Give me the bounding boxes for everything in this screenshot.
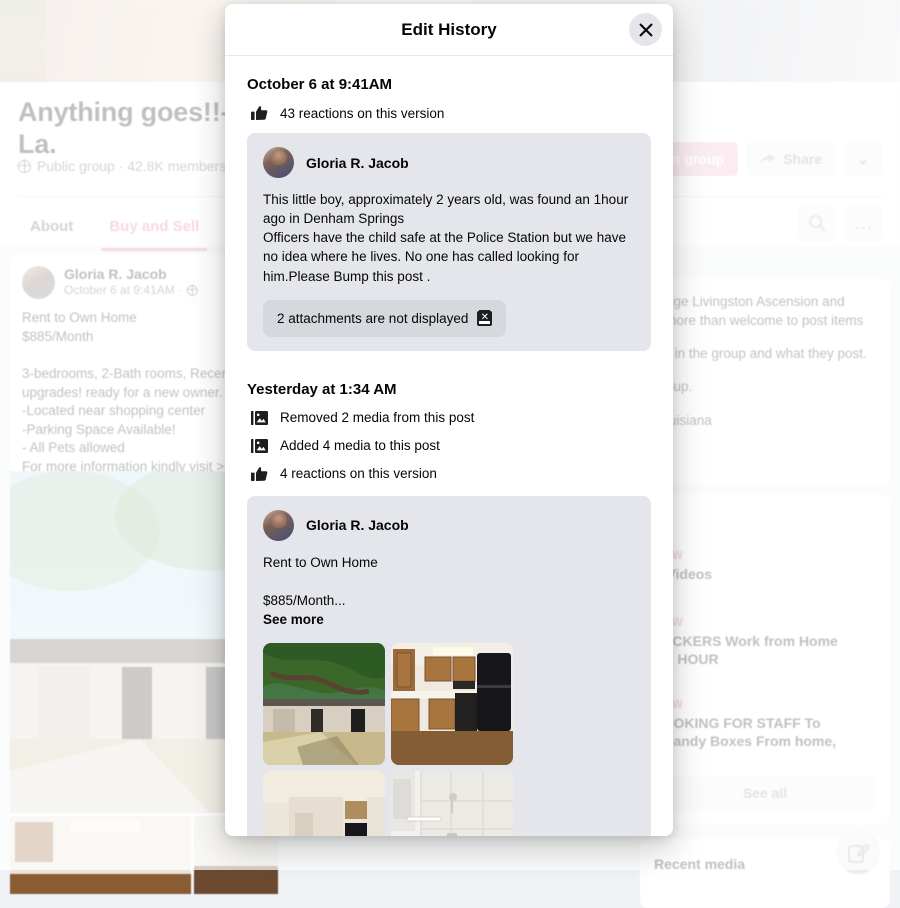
suggestion-1-now: NOW	[654, 617, 876, 629]
compose-icon	[848, 842, 869, 863]
post-photo-kitchen[interactable]	[10, 816, 191, 894]
version-body-truncated: $885/Month...	[263, 593, 346, 608]
media-thumb-house-exterior[interactable]	[263, 643, 385, 765]
suggestion-0-now: NOW	[654, 550, 876, 562]
search-icon	[808, 214, 826, 232]
version-body-text: This little boy, approximately 2 years o…	[263, 190, 635, 286]
event-label: Added 4 media to this post	[280, 438, 440, 453]
modal-body[interactable]: October 6 at 9:41AM 43 reactions on this…	[225, 56, 673, 836]
background-suggestions-card: NOW b Videos NOW PACKERS Work from Home …	[640, 494, 890, 824]
edit-history-modal: Edit History October 6 at 9:41AM 43 reac…	[225, 4, 673, 836]
event-row: 43 reactions on this version	[247, 105, 651, 121]
media-icon	[251, 438, 268, 454]
background-post-author: Gloria R. Jacob	[64, 266, 198, 282]
suggestion-2-now: NOW	[654, 699, 876, 711]
share-label: Share	[783, 151, 822, 167]
close-icon	[639, 23, 653, 37]
avatar	[22, 266, 55, 299]
avatar[interactable]	[263, 510, 294, 541]
attachment-notice-label: 2 attachments are not displayed	[277, 311, 468, 326]
see-more-link[interactable]: See more	[263, 612, 324, 627]
background-about-card: rouge Livingston Ascension and e more th…	[640, 278, 890, 484]
version-author-row: Gloria R. Jacob	[263, 510, 635, 541]
group-meta: Public group · 42.8K members	[18, 158, 226, 174]
thumbs-up-icon	[251, 466, 268, 482]
globe-icon	[18, 160, 31, 173]
version-card-1: Gloria R. Jacob Rent to Own Home $885/Mo…	[247, 496, 651, 836]
version-body-line-1: Rent to Own Home	[263, 553, 635, 572]
background-post-timestamp: October 6 at 9:41AM ·	[64, 283, 198, 297]
event-label: 4 reactions on this version	[280, 466, 437, 481]
event-row: Added 4 media to this post	[247, 438, 651, 454]
share-button[interactable]: Share	[746, 142, 836, 176]
about-line-8: Louisiana	[654, 411, 876, 430]
suggestion-2-title: LOOKING FOR STAFF To e candy Boxes From …	[654, 714, 876, 750]
section-date-0: October 6 at 9:41AM	[247, 76, 651, 93]
version-media-grid	[263, 643, 635, 836]
event-row: Removed 2 media from this post	[247, 410, 651, 426]
attachment-notice: 2 attachments are not displayed	[263, 300, 506, 337]
section-date-1: Yesterday at 1:34 AM	[247, 381, 651, 398]
close-button[interactable]	[629, 13, 662, 46]
about-line-1: rouge Livingston Ascension and	[654, 292, 876, 311]
about-line-2: e more than welcome to post items	[654, 311, 876, 330]
suggestion-1-title: PACKERS Work from Home ER HOUR	[654, 632, 876, 668]
group-meta-label: Public group · 42.8K members	[37, 158, 226, 174]
share-arrow-icon	[760, 151, 776, 168]
search-icon-button[interactable]	[798, 204, 836, 242]
broken-image-icon	[477, 311, 492, 326]
media-icon	[251, 410, 268, 426]
version-author-name: Gloria R. Jacob	[306, 155, 409, 171]
chevron-down-icon: ⌄	[857, 151, 869, 168]
ellipsis-icon: …	[853, 218, 873, 228]
group-search-row: …	[798, 204, 882, 242]
compose-fab-button[interactable]	[836, 830, 880, 874]
group-more-button[interactable]: …	[844, 204, 882, 242]
version-card-0: Gloria R. Jacob This little boy, approxi…	[247, 133, 651, 351]
event-label: Removed 2 media from this post	[280, 410, 474, 425]
tab-about[interactable]: About	[14, 204, 89, 251]
media-thumb-living-room[interactable]	[263, 771, 385, 836]
background-post-time-label: October 6 at 9:41AM	[64, 283, 175, 297]
modal-header: Edit History	[225, 4, 673, 56]
about-line-4: o's in the group and what they post.	[654, 344, 876, 363]
suggestion-0-title: b Videos	[654, 565, 876, 583]
about-line-6: group.	[654, 377, 876, 396]
event-label: 43 reactions on this version	[280, 106, 444, 121]
globe-icon	[187, 285, 198, 296]
media-thumb-kitchen[interactable]	[391, 643, 513, 765]
avatar[interactable]	[263, 147, 294, 178]
more-options-caret-button[interactable]: ⌄	[844, 142, 882, 176]
version-author-name: Gloria R. Jacob	[306, 517, 409, 533]
modal-title: Edit History	[401, 20, 496, 40]
thumbs-up-icon	[251, 105, 268, 121]
event-row: 4 reactions on this version	[247, 466, 651, 482]
version-author-row: Gloria R. Jacob	[263, 147, 635, 178]
media-thumb-bathroom[interactable]	[391, 771, 513, 836]
version-body-line-2: $885/Month... See more	[263, 572, 635, 629]
see-all-button[interactable]: See all	[654, 776, 876, 810]
tab-buy-and-sell[interactable]: Buy and Sell	[93, 204, 215, 251]
